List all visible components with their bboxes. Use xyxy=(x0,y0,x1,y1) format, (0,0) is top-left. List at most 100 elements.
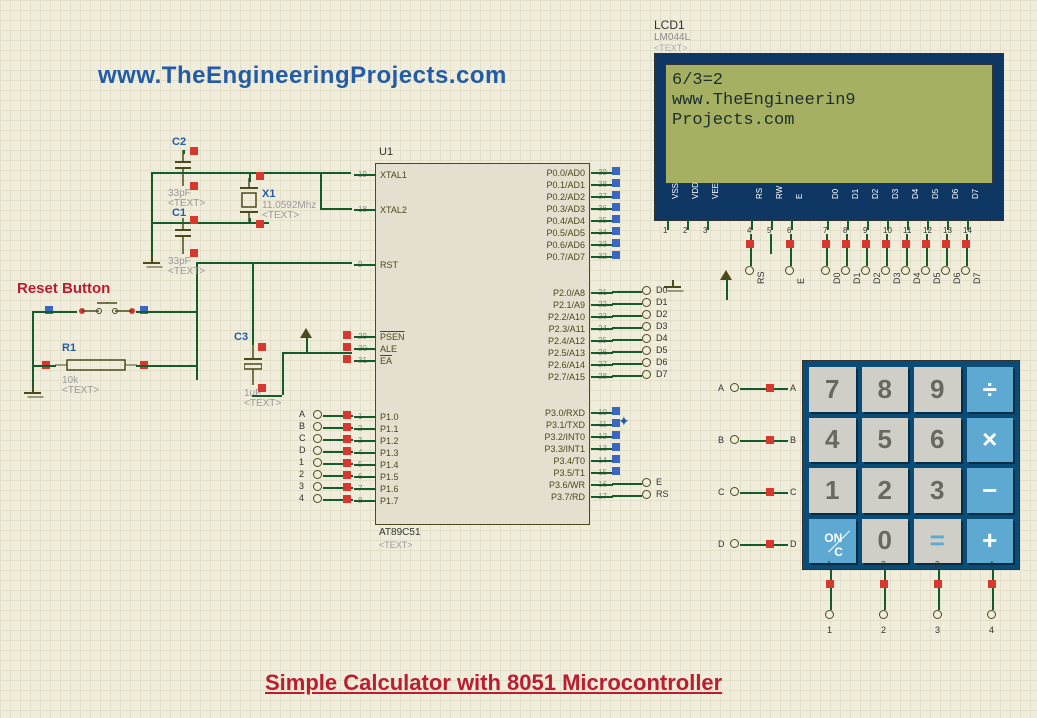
net-stub xyxy=(343,423,351,431)
keypad-key-9[interactable]: 9 xyxy=(914,367,961,412)
keypad-key-8[interactable]: 8 xyxy=(862,367,909,412)
net-stub xyxy=(612,227,620,235)
keypad-key-3[interactable]: 3 xyxy=(914,468,961,513)
net-terminal xyxy=(642,310,651,319)
net-terminal xyxy=(313,446,322,455)
net-terminal xyxy=(730,383,739,392)
net-stub xyxy=(902,240,910,248)
reset-button-label: Reset Button xyxy=(17,280,110,297)
net-stub xyxy=(942,240,950,248)
mcu-pin-name: P3.5/T1 xyxy=(553,468,585,478)
cursor-crosshair-icon: ✦ xyxy=(618,413,630,430)
net-stub xyxy=(343,483,351,491)
keypad-key-0[interactable]: 0 xyxy=(862,519,909,564)
keypad-key-2[interactable]: 2 xyxy=(862,468,909,513)
mcu-pin-name: PSEN xyxy=(380,332,405,342)
net-terminal xyxy=(730,487,739,496)
net-stub xyxy=(822,240,830,248)
net-stub xyxy=(612,431,620,439)
ground-icon xyxy=(24,386,42,400)
lcd-pin-name: RW xyxy=(775,177,784,199)
mcu-pin-name: P2.6/A14 xyxy=(548,360,585,370)
net-label: D5 xyxy=(932,272,942,284)
lcd-pin-name: D0 xyxy=(831,177,840,199)
net-stub xyxy=(343,459,351,467)
mcu-part: AT89C51 xyxy=(379,527,421,538)
keypad-col-label: 4 xyxy=(989,625,994,635)
net-stub xyxy=(922,240,930,248)
mcu-pin-name: P1.1 xyxy=(380,424,399,434)
net-stub xyxy=(746,240,754,248)
lcd-pin-name: RS xyxy=(755,177,764,199)
net-label: D4 xyxy=(656,333,668,343)
keypad-key-mul[interactable]: × xyxy=(967,418,1014,463)
net-label: D0 xyxy=(832,272,842,284)
net-terminal xyxy=(921,266,930,275)
lcd-pin-name: D5 xyxy=(931,177,940,199)
lcd-ref: LCD1 xyxy=(654,18,1004,32)
reset-button[interactable] xyxy=(77,302,137,325)
net-stub xyxy=(766,488,774,496)
keypad-key-1[interactable]: 1 xyxy=(809,468,856,513)
keypad-key-onc[interactable]: ONC xyxy=(809,519,856,564)
net-terminal xyxy=(313,458,322,467)
keypad-key-7[interactable]: 7 xyxy=(809,367,856,412)
mcu-pin-name: P3.6/WR xyxy=(549,480,585,490)
x1-txt: <TEXT> xyxy=(262,210,299,221)
net-terminal xyxy=(941,266,950,275)
net-terminal xyxy=(730,435,739,444)
net-terminal xyxy=(313,470,322,479)
keypad-key-sub[interactable]: − xyxy=(967,468,1014,513)
net-terminal xyxy=(642,322,651,331)
mcu-pin-name: XTAL1 xyxy=(380,170,407,180)
ground-icon xyxy=(143,256,161,270)
net-terminal xyxy=(933,610,942,619)
net-stub xyxy=(988,580,996,588)
net-terminal xyxy=(961,266,970,275)
lcd-pin-name: VSS xyxy=(671,177,680,199)
mcu-pin-name: RST xyxy=(380,260,398,270)
net-stub xyxy=(343,435,351,443)
keypad-key-4[interactable]: 4 xyxy=(809,418,856,463)
net-stub xyxy=(862,240,870,248)
keypad-key-6[interactable]: 6 xyxy=(914,418,961,463)
net-terminal xyxy=(642,298,651,307)
keypad-key-add[interactable]: + xyxy=(967,519,1014,564)
net-label: D3 xyxy=(892,272,902,284)
net-label: D6 xyxy=(656,357,668,367)
mcu-pin-name: P2.3/A11 xyxy=(549,324,585,334)
net-stub xyxy=(612,443,620,451)
c3-ref: C3 xyxy=(234,331,248,343)
keypad-row-label: D xyxy=(718,539,725,549)
net-label: C xyxy=(299,433,306,443)
net-terminal xyxy=(642,370,651,379)
net-label: B xyxy=(299,421,305,431)
keypad-col-label: 2 xyxy=(881,625,886,635)
net-stub xyxy=(612,251,620,259)
lcd-pin-name: D7 xyxy=(971,177,980,199)
keypad-key-div[interactable]: ÷ xyxy=(967,367,1014,412)
lcd-pin-name: VDD xyxy=(691,177,700,199)
mcu-pin-name: P0.5/AD5 xyxy=(546,228,585,238)
net-stub xyxy=(826,580,834,588)
keypad-key-eq[interactable]: = xyxy=(914,519,961,564)
net-label: D4 xyxy=(912,272,922,284)
mcu-pin-name: P1.2 xyxy=(380,436,399,446)
keypad-key-5[interactable]: 5 xyxy=(862,418,909,463)
net-terminal xyxy=(881,266,890,275)
net-terminal xyxy=(642,286,651,295)
capacitor-c2 xyxy=(175,150,191,191)
net-stub xyxy=(962,240,970,248)
mcu-pin-name: ALE xyxy=(380,344,397,354)
mcu-pin-name: P0.1/AD1 xyxy=(546,180,585,190)
net-stub xyxy=(766,384,774,392)
net-terminal xyxy=(901,266,910,275)
power-arrow-icon xyxy=(300,328,312,338)
net-stub xyxy=(612,191,620,199)
capacitor-c1 xyxy=(175,218,191,259)
net-terminal xyxy=(841,266,850,275)
net-label: RS xyxy=(656,489,669,499)
net-stub xyxy=(882,240,890,248)
net-stub xyxy=(880,580,888,588)
net-terminal xyxy=(313,494,322,503)
